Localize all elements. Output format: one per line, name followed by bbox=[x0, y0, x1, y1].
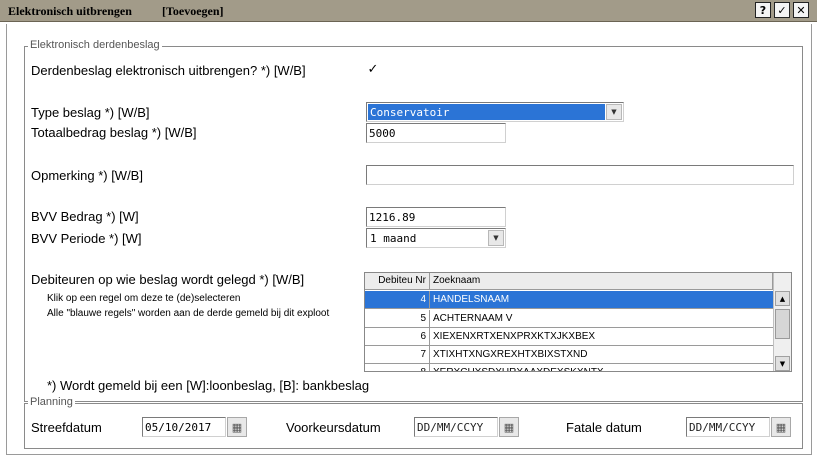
chevron-down-icon[interactable]: ▼ bbox=[606, 104, 622, 120]
row-name: XIEXENXRTXENXPRXKTXJKXBEX bbox=[433, 331, 596, 342]
voorkeursdatum-label: Voorkeursdatum bbox=[286, 420, 381, 435]
fatale-datum-input[interactable]: DD/MM/CCYY bbox=[686, 417, 770, 437]
bvv-periode-value: 1 maand bbox=[370, 232, 417, 245]
scroll-up-icon[interactable]: ▲ bbox=[775, 291, 790, 306]
totaalbedrag-label: Totaalbedrag beslag *) [W/B] bbox=[31, 125, 197, 140]
bvv-bedrag-label: BVV Bedrag *) [W] bbox=[31, 209, 139, 224]
column-header-zoeknaam[interactable]: Zoeknaam bbox=[430, 273, 773, 290]
ok-button[interactable]: ✓ bbox=[774, 2, 790, 18]
type-beslag-select[interactable]: Conservatoir ▼ bbox=[366, 102, 624, 122]
row-name: HANDELSNAAM bbox=[433, 294, 510, 305]
close-button[interactable]: ✕ bbox=[793, 2, 809, 18]
row-nr: 8 bbox=[365, 364, 430, 371]
footnote: *) Wordt gemeld bij een [W]:loonbeslag, … bbox=[47, 378, 370, 393]
uitbrengen-checkbox[interactable]: ✓ bbox=[366, 63, 380, 77]
chevron-down-icon[interactable]: ▼ bbox=[488, 230, 504, 246]
uitbrengen-label: Derdenbeslag elektronisch uitbrengen? *)… bbox=[31, 63, 306, 78]
row-name: ACHTERNAAM V bbox=[433, 313, 513, 324]
window-title: Elektronisch uitbrengen bbox=[8, 4, 132, 18]
table-row[interactable]: 5 ACHTERNAAM V bbox=[365, 310, 773, 328]
debiteuren-hint-select: Klik op een regel om deze te (de)selecte… bbox=[47, 293, 241, 304]
opmerking-input[interactable] bbox=[366, 165, 794, 185]
grid-header: Debiteu Nr Zoeknaam bbox=[365, 273, 773, 290]
row-nr: 6 bbox=[365, 328, 430, 345]
title-bar: Elektronisch uitbrengen [Toevoegen] ? ✓ … bbox=[0, 0, 817, 22]
fatale-datum-label: Fatale datum bbox=[566, 420, 642, 435]
derdenbeslag-legend: Elektronisch derdenbeslag bbox=[28, 39, 162, 51]
calendar-icon[interactable]: ▦ bbox=[227, 417, 247, 437]
planning-legend: Planning bbox=[28, 396, 75, 408]
streefdatum-label: Streefdatum bbox=[31, 420, 102, 435]
help-button[interactable]: ? bbox=[755, 2, 771, 18]
calendar-icon[interactable]: ▦ bbox=[771, 417, 791, 437]
debiteuren-grid: Debiteu Nr Zoeknaam 4 HANDELSNAAM 5 ACHT… bbox=[364, 272, 792, 372]
table-row[interactable]: 6 XIEXENXRTXENXPRXKTXJKXBEX bbox=[365, 328, 773, 346]
opmerking-label: Opmerking *) [W/B] bbox=[31, 168, 143, 183]
bvv-periode-select[interactable]: 1 maand ▼ bbox=[366, 228, 506, 248]
table-row[interactable]: 8 XERXCHXSDXURXAAXDEXSKXNTX bbox=[365, 364, 773, 371]
debiteuren-hint-blue: Alle "blauwe regels" worden aan de derde… bbox=[47, 308, 330, 319]
type-beslag-value: Conservatoir bbox=[368, 104, 605, 120]
row-nr: 4 bbox=[365, 291, 430, 308]
debiteuren-label: Debiteuren op wie beslag wordt gelegd *)… bbox=[31, 272, 305, 287]
bvv-bedrag-input[interactable]: 1216.89 bbox=[366, 207, 506, 227]
voorkeursdatum-input[interactable]: DD/MM/CCYY bbox=[414, 417, 498, 437]
window-mode: [Toevoegen] bbox=[162, 4, 224, 18]
grid-scrollbar[interactable]: ▲ ▼ bbox=[773, 273, 791, 371]
table-row[interactable]: 4 HANDELSNAAM bbox=[365, 291, 773, 309]
calendar-icon[interactable]: ▦ bbox=[499, 417, 519, 437]
type-beslag-label: Type beslag *) [W/B] bbox=[31, 105, 150, 120]
row-nr: 7 bbox=[365, 346, 430, 363]
scroll-down-icon[interactable]: ▼ bbox=[775, 356, 790, 371]
row-name: XTIXHTXNGXREXHTXBIXSTXND bbox=[433, 349, 588, 360]
row-name: XERXCHXSDXURXAAXDEXSKXNTX bbox=[430, 364, 607, 371]
bvv-periode-label: BVV Periode *) [W] bbox=[31, 231, 142, 246]
scroll-thumb[interactable] bbox=[775, 309, 790, 339]
column-header-nr[interactable]: Debiteu Nr bbox=[365, 273, 430, 290]
totaalbedrag-input[interactable]: 5000 bbox=[366, 123, 506, 143]
row-nr: 5 bbox=[365, 310, 430, 327]
table-row[interactable]: 7 XTIXHTXNGXREXHTXBIXSTXND bbox=[365, 346, 773, 364]
streefdatum-input[interactable]: 05/10/2017 bbox=[142, 417, 226, 437]
